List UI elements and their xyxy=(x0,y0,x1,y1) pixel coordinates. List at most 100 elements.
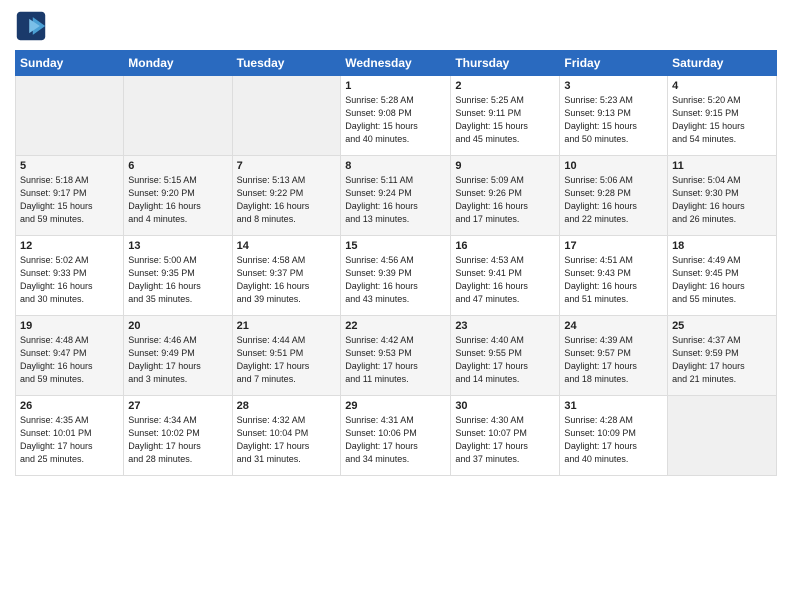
day-info: Sunrise: 5:20 AM Sunset: 9:15 PM Dayligh… xyxy=(672,94,772,146)
day-header-friday: Friday xyxy=(560,51,668,76)
day-number: 25 xyxy=(672,320,772,332)
day-cell: 2 Sunrise: 5:25 AM Sunset: 9:11 PM Daylig… xyxy=(451,76,560,156)
day-number: 11 xyxy=(672,160,772,172)
day-info: Sunrise: 5:00 AM Sunset: 9:35 PM Dayligh… xyxy=(128,254,227,306)
day-number: 20 xyxy=(128,320,227,332)
header xyxy=(15,10,777,42)
day-cell: 28Sunrise: 4:32 AM Sunset: 10:04 PM Dayl… xyxy=(232,396,341,476)
week-row-1: 1Sunrise: 5:28 AM Sunset: 9:08 PM Daylig… xyxy=(16,76,777,156)
day-info: Sunrise: 4:34 AM Sunset: 10:02 PM Daylig… xyxy=(128,414,227,466)
day-cell: 23 Sunrise: 4:40 AM Sunset: 9:55 PM Dayli… xyxy=(451,316,560,396)
day-header-tuesday: Tuesday xyxy=(232,51,341,76)
day-number: 2 xyxy=(455,80,555,92)
day-info: Sunrise: 4:42 AM Sunset: 9:53 PM Dayligh… xyxy=(345,334,446,386)
day-cell: 14 Sunrise: 4:58 AM Sunset: 9:37 PM Dayli… xyxy=(232,236,341,316)
day-cell: 27 Sunrise: 4:34 AM Sunset: 10:02 PM Dayl… xyxy=(124,396,232,476)
day-info: Sunrise: 4:46 AM Sunset: 9:49 PM Dayligh… xyxy=(128,334,227,386)
week-row-3: 12 Sunrise: 5:02 AM Sunset: 9:33 PM Dayli… xyxy=(16,236,777,316)
calendar-table: SundayMondayTuesdayWednesdayThursdayFrid… xyxy=(15,50,777,476)
day-number: 9 xyxy=(455,160,555,172)
day-number: 22 xyxy=(345,320,446,332)
day-cell: 26Sunrise: 4:35 AM Sunset: 10:01 PM Dayl… xyxy=(16,396,124,476)
day-cell: 29 Sunrise: 4:31 AM Sunset: 10:06 PM Dayl… xyxy=(341,396,451,476)
day-header-wednesday: Wednesday xyxy=(341,51,451,76)
day-number: 7 xyxy=(237,160,337,172)
day-info: Sunrise: 4:32 AM Sunset: 10:04 PM Daylig… xyxy=(237,414,337,466)
day-info: Sunrise: 5:02 AM Sunset: 9:33 PM Dayligh… xyxy=(20,254,119,306)
day-number: 4 xyxy=(672,80,772,92)
day-cell: 20 Sunrise: 4:46 AM Sunset: 9:49 PM Dayli… xyxy=(124,316,232,396)
day-info: Sunrise: 4:40 AM Sunset: 9:55 PM Dayligh… xyxy=(455,334,555,386)
day-info: Sunrise: 4:44 AM Sunset: 9:51 PM Dayligh… xyxy=(237,334,337,386)
day-cell: 30Sunrise: 4:30 AM Sunset: 10:07 PM Dayl… xyxy=(451,396,560,476)
day-number: 30 xyxy=(455,400,555,412)
day-number: 31 xyxy=(564,400,663,412)
day-cell xyxy=(124,76,232,156)
day-cell: 3 Sunrise: 5:23 AM Sunset: 9:13 PM Daylig… xyxy=(560,76,668,156)
day-info: Sunrise: 4:56 AM Sunset: 9:39 PM Dayligh… xyxy=(345,254,446,306)
day-cell: 11 Sunrise: 5:04 AM Sunset: 9:30 PM Dayli… xyxy=(668,156,777,236)
day-cell: 17Sunrise: 4:51 AM Sunset: 9:43 PM Dayli… xyxy=(560,236,668,316)
day-number: 3 xyxy=(564,80,663,92)
day-header-saturday: Saturday xyxy=(668,51,777,76)
day-cell: 15 Sunrise: 4:56 AM Sunset: 9:39 PM Dayli… xyxy=(341,236,451,316)
day-cell: 31 Sunrise: 4:28 AM Sunset: 10:09 PM Dayl… xyxy=(560,396,668,476)
day-cell: 22 Sunrise: 4:42 AM Sunset: 9:53 PM Dayli… xyxy=(341,316,451,396)
logo-icon xyxy=(15,10,47,42)
day-number: 12 xyxy=(20,240,119,252)
day-info: Sunrise: 4:58 AM Sunset: 9:37 PM Dayligh… xyxy=(237,254,337,306)
day-number: 18 xyxy=(672,240,772,252)
day-number: 15 xyxy=(345,240,446,252)
day-header-monday: Monday xyxy=(124,51,232,76)
day-cell: 16 Sunrise: 4:53 AM Sunset: 9:41 PM Dayli… xyxy=(451,236,560,316)
week-row-4: 19 Sunrise: 4:48 AM Sunset: 9:47 PM Dayli… xyxy=(16,316,777,396)
day-info: Sunrise: 5:04 AM Sunset: 9:30 PM Dayligh… xyxy=(672,174,772,226)
day-cell: 25 Sunrise: 4:37 AM Sunset: 9:59 PM Dayli… xyxy=(668,316,777,396)
day-info: Sunrise: 4:37 AM Sunset: 9:59 PM Dayligh… xyxy=(672,334,772,386)
day-number: 5 xyxy=(20,160,119,172)
day-info: Sunrise: 4:31 AM Sunset: 10:06 PM Daylig… xyxy=(345,414,446,466)
page: SundayMondayTuesdayWednesdayThursdayFrid… xyxy=(0,0,792,486)
day-info: Sunrise: 5:23 AM Sunset: 9:13 PM Dayligh… xyxy=(564,94,663,146)
day-info: Sunrise: 5:18 AM Sunset: 9:17 PM Dayligh… xyxy=(20,174,119,226)
day-info: Sunrise: 5:11 AM Sunset: 9:24 PM Dayligh… xyxy=(345,174,446,226)
day-info: Sunrise: 4:51 AM Sunset: 9:43 PM Dayligh… xyxy=(564,254,663,306)
day-number: 29 xyxy=(345,400,446,412)
day-number: 16 xyxy=(455,240,555,252)
week-row-2: 5 Sunrise: 5:18 AM Sunset: 9:17 PM Daylig… xyxy=(16,156,777,236)
day-header-thursday: Thursday xyxy=(451,51,560,76)
day-cell: 21 Sunrise: 4:44 AM Sunset: 9:51 PM Dayli… xyxy=(232,316,341,396)
day-info: Sunrise: 5:25 AM Sunset: 9:11 PM Dayligh… xyxy=(455,94,555,146)
day-cell: 24 Sunrise: 4:39 AM Sunset: 9:57 PM Dayli… xyxy=(560,316,668,396)
day-number: 10 xyxy=(564,160,663,172)
day-info: Sunrise: 4:39 AM Sunset: 9:57 PM Dayligh… xyxy=(564,334,663,386)
day-info: Sunrise: 4:28 AM Sunset: 10:09 PM Daylig… xyxy=(564,414,663,466)
day-info: Sunrise: 4:48 AM Sunset: 9:47 PM Dayligh… xyxy=(20,334,119,386)
day-cell: 9 Sunrise: 5:09 AM Sunset: 9:26 PM Daylig… xyxy=(451,156,560,236)
day-number: 21 xyxy=(237,320,337,332)
day-info: Sunrise: 5:09 AM Sunset: 9:26 PM Dayligh… xyxy=(455,174,555,226)
day-cell: 18 Sunrise: 4:49 AM Sunset: 9:45 PM Dayli… xyxy=(668,236,777,316)
day-cell xyxy=(232,76,341,156)
day-number: 24 xyxy=(564,320,663,332)
week-row-5: 26Sunrise: 4:35 AM Sunset: 10:01 PM Dayl… xyxy=(16,396,777,476)
day-header-sunday: Sunday xyxy=(16,51,124,76)
day-cell: 5 Sunrise: 5:18 AM Sunset: 9:17 PM Daylig… xyxy=(16,156,124,236)
day-info: Sunrise: 5:06 AM Sunset: 9:28 PM Dayligh… xyxy=(564,174,663,226)
day-cell: 6Sunrise: 5:15 AM Sunset: 9:20 PM Daylig… xyxy=(124,156,232,236)
day-info: Sunrise: 4:49 AM Sunset: 9:45 PM Dayligh… xyxy=(672,254,772,306)
day-number: 27 xyxy=(128,400,227,412)
day-info: Sunrise: 4:53 AM Sunset: 9:41 PM Dayligh… xyxy=(455,254,555,306)
day-cell: 8 Sunrise: 5:11 AM Sunset: 9:24 PM Daylig… xyxy=(341,156,451,236)
day-number: 8 xyxy=(345,160,446,172)
day-number: 19 xyxy=(20,320,119,332)
day-cell xyxy=(16,76,124,156)
day-number: 23 xyxy=(455,320,555,332)
logo xyxy=(15,10,51,42)
day-cell: 7 Sunrise: 5:13 AM Sunset: 9:22 PM Daylig… xyxy=(232,156,341,236)
day-cell: 13 Sunrise: 5:00 AM Sunset: 9:35 PM Dayli… xyxy=(124,236,232,316)
day-number: 13 xyxy=(128,240,227,252)
day-info: Sunrise: 5:13 AM Sunset: 9:22 PM Dayligh… xyxy=(237,174,337,226)
day-number: 14 xyxy=(237,240,337,252)
day-cell: 4 Sunrise: 5:20 AM Sunset: 9:15 PM Daylig… xyxy=(668,76,777,156)
